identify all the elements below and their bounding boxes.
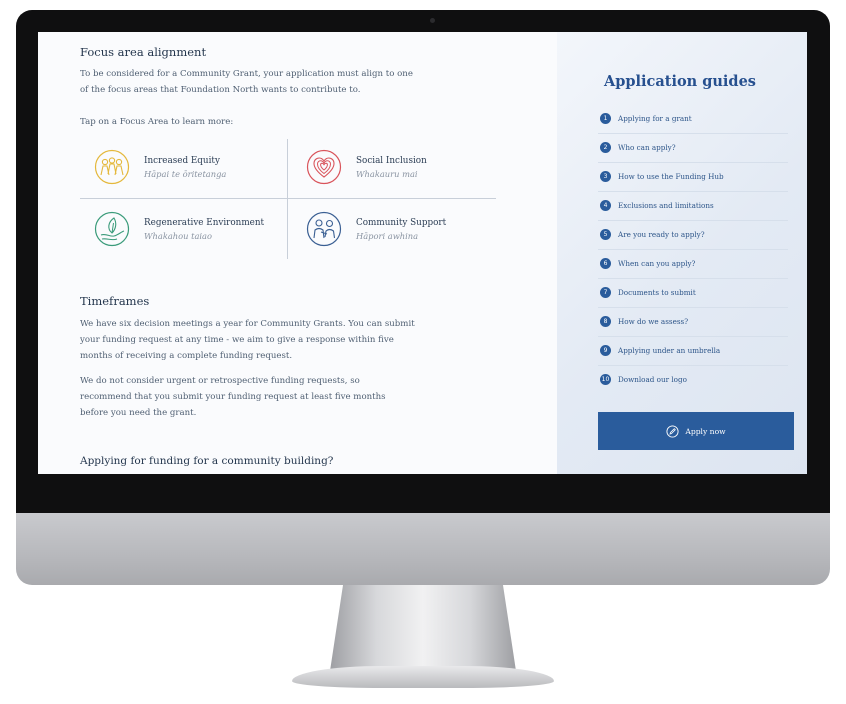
guide-link-applying-for-a-grant[interactable]: 1 Applying for a grant xyxy=(598,104,788,134)
guide-link-documents[interactable]: 7 Documents to submit xyxy=(598,278,788,308)
timeframes-heading: Timeframes xyxy=(80,294,150,308)
pencil-circle-icon xyxy=(666,424,679,438)
focus-area-title: Regenerative Environment xyxy=(144,217,265,228)
guide-link-ready-to-apply[interactable]: 5 Are you ready to apply? xyxy=(598,220,788,250)
focus-area-regenerative-environment[interactable]: Regenerative Environment Whakahou taiao xyxy=(94,211,264,247)
application-guides-sidebar: Application guides 1 Applying for a grant… xyxy=(557,32,807,474)
number-badge: 6 xyxy=(600,258,611,269)
number-badge: 8 xyxy=(600,316,611,327)
number-badge: 5 xyxy=(600,229,611,240)
guide-link-who-can-apply[interactable]: 2 Who can apply? xyxy=(598,133,788,163)
number-badge: 2 xyxy=(600,142,611,153)
number-badge: 9 xyxy=(600,345,611,356)
focus-area-subtitle: Hāpori awhina xyxy=(356,230,419,241)
number-badge: 7 xyxy=(600,287,611,298)
timeframes-paragraph-2: We do not consider urgent or retrospecti… xyxy=(80,376,386,418)
guide-label: Documents to submit xyxy=(618,288,696,297)
guide-label: When can you apply? xyxy=(618,259,696,268)
focus-area-increased-equity[interactable]: Increased Equity Hāpai te ōritetanga xyxy=(94,149,226,185)
guide-label: Download our logo xyxy=(618,375,687,384)
focus-area-subtitle: Hāpai te ōritetanga xyxy=(144,168,227,179)
focus-area-subtitle: Whakauru mai xyxy=(356,168,418,179)
guide-label: How do we assess? xyxy=(618,317,689,326)
grid-divider-horizontal xyxy=(80,198,496,199)
apply-now-label: Apply now xyxy=(685,426,726,436)
focus-area-community-support[interactable]: Community Support Hāpori awhina xyxy=(306,211,446,247)
number-badge: 1 xyxy=(600,113,611,124)
support-people-icon xyxy=(306,211,342,247)
guide-label: How to use the Funding Hub xyxy=(618,172,724,181)
focus-area-title: Social Inclusion xyxy=(356,155,427,166)
guide-link-funding-hub[interactable]: 3 How to use the Funding Hub xyxy=(598,162,788,192)
number-badge: 3 xyxy=(600,171,611,182)
guide-link-how-we-assess[interactable]: 8 How do we assess? xyxy=(598,307,788,337)
guide-label: Applying under an umbrella xyxy=(618,346,721,355)
monitor-chin xyxy=(16,513,830,585)
guide-label: Are you ready to apply? xyxy=(618,230,705,239)
heart-circles-icon xyxy=(306,149,342,185)
leaf-hand-icon xyxy=(94,211,130,247)
community-building-heading: Applying for funding for a community bui… xyxy=(80,455,334,467)
people-group-icon xyxy=(94,149,130,185)
focus-tap-hint: Tap on a Focus Area to learn more: xyxy=(80,117,234,127)
focus-area-title: Community Support xyxy=(356,217,447,228)
guide-link-exclusions[interactable]: 4 Exclusions and limitations xyxy=(598,191,788,221)
guides-title: Application guides xyxy=(604,73,756,90)
focus-heading: Focus area alignment xyxy=(80,45,207,59)
webcam xyxy=(430,18,435,23)
screen: Focus area alignment To be considered fo… xyxy=(38,32,807,474)
apply-now-button[interactable]: Apply now xyxy=(598,412,794,450)
focus-area-social-inclusion[interactable]: Social Inclusion Whakauru mai xyxy=(306,149,427,185)
guide-link-download-logo[interactable]: 10 Download our logo xyxy=(598,365,788,394)
guide-link-umbrella[interactable]: 9 Applying under an umbrella xyxy=(598,336,788,366)
focus-area-subtitle: Whakahou taiao xyxy=(144,230,212,241)
guide-label: Applying for a grant xyxy=(618,114,692,123)
number-badge: 4 xyxy=(600,200,611,211)
number-badge: 10 xyxy=(600,374,611,385)
guide-link-when-can-you-apply[interactable]: 6 When can you apply? xyxy=(598,249,788,279)
grid-divider-vertical xyxy=(287,139,288,259)
monitor-stand xyxy=(330,585,516,671)
guide-label: Who can apply? xyxy=(618,143,676,152)
main-content: Focus area alignment To be considered fo… xyxy=(38,32,557,474)
guide-label: Exclusions and limitations xyxy=(618,201,714,210)
focus-area-title: Increased Equity xyxy=(144,155,220,166)
focus-intro: To be considered for a Community Grant, … xyxy=(80,69,413,95)
monitor-base xyxy=(292,666,554,688)
timeframes-paragraph-1: We have six decision meetings a year for… xyxy=(80,319,415,361)
